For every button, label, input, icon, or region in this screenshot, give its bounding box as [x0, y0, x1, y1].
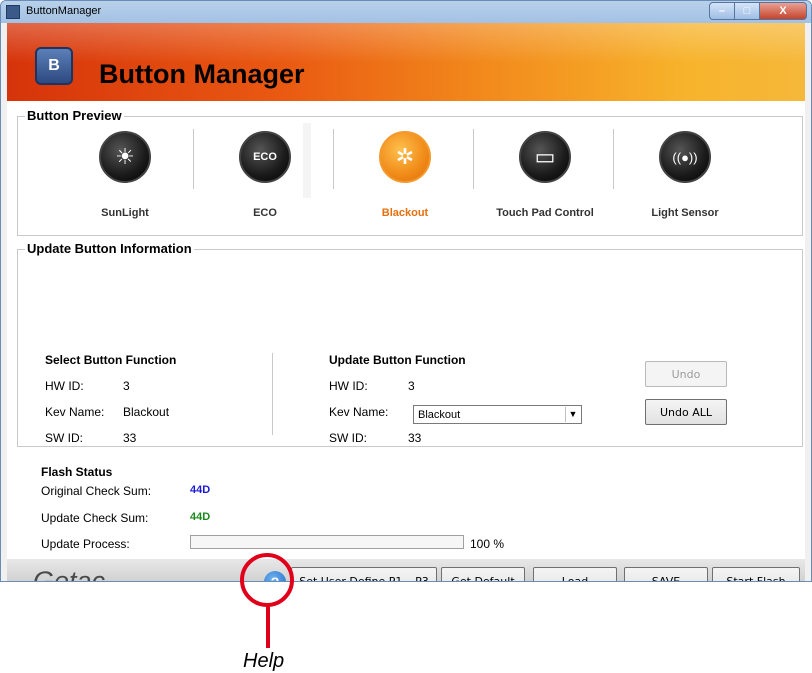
- key-name-selected-value: Blackout: [418, 409, 461, 421]
- blackout-icon[interactable]: ✲: [379, 131, 431, 183]
- divider: [613, 129, 614, 189]
- bottom-bar: Getac ? Set User Define P1 ~P3 Get Defau…: [7, 559, 805, 582]
- set-user-define-button[interactable]: Set User Define P1 ~P3: [291, 567, 437, 581]
- divider: [193, 129, 194, 189]
- select-hw-id-value: 3: [123, 379, 130, 393]
- app-small-icon: [6, 5, 20, 19]
- touchpad-control-label: Touch Pad Control: [496, 207, 594, 219]
- help-callout-line: [266, 606, 270, 648]
- update-checksum-label: Update Check Sum:: [41, 511, 149, 525]
- button-manager-window: ButtonManager – □ X B Button Manager But…: [0, 0, 812, 582]
- window-title: ButtonManager: [26, 5, 102, 17]
- divider: [333, 129, 334, 189]
- key-name-select[interactable]: Blackout ▼: [413, 405, 582, 424]
- button-preview-title: Button Preview: [25, 108, 124, 123]
- start-flash-button[interactable]: Start Flash: [712, 567, 800, 581]
- chevron-down-icon[interactable]: ▼: [565, 407, 580, 422]
- light-sensor-icon[interactable]: ((●)): [659, 131, 711, 183]
- get-default-button[interactable]: Get Default: [441, 567, 525, 581]
- original-checksum-value: 44D: [190, 484, 211, 496]
- divider: [303, 123, 311, 198]
- eco-icon[interactable]: ECO: [239, 131, 291, 183]
- getac-logo: Getac: [33, 566, 106, 582]
- select-hw-id-label: HW ID:: [45, 379, 84, 393]
- main-content: Button Preview ☀ ECO ✲ ▭ ((●)) SunLight …: [7, 101, 805, 559]
- divider: [473, 129, 474, 189]
- light-sensor-label: Light Sensor: [651, 207, 719, 219]
- select-key-name-label: Kev Name:: [45, 405, 105, 419]
- original-checksum-label: Original Check Sum:: [41, 484, 152, 498]
- select-sw-id-value: 33: [123, 431, 137, 445]
- sunlight-icon[interactable]: ☀: [99, 131, 151, 183]
- update-button-info-title: Update Button Information: [25, 241, 194, 256]
- update-checksum-value: 44D: [190, 511, 211, 523]
- select-button-function-heading: Select Button Function: [45, 353, 177, 367]
- help-callout-ring: [240, 553, 294, 607]
- load-button[interactable]: Load: [533, 567, 617, 581]
- touchpad-icon[interactable]: ▭: [519, 131, 571, 183]
- update-progress-bar: [190, 535, 464, 549]
- select-sw-id-label: SW ID:: [45, 431, 83, 445]
- sunlight-label: SunLight: [101, 207, 149, 219]
- save-button[interactable]: SAVE: [624, 567, 708, 581]
- blackout-label: Blackout: [381, 207, 429, 219]
- app-header: B Button Manager: [7, 23, 805, 101]
- undo-all-button[interactable]: Undo ALL: [645, 399, 727, 425]
- update-process-value: 100 %: [470, 537, 505, 551]
- select-key-name-value: Blackout: [123, 405, 170, 419]
- update-hw-id-label: HW ID:: [329, 379, 368, 393]
- eco-label: ECO: [253, 207, 277, 219]
- maximize-button[interactable]: □: [734, 2, 760, 20]
- update-sw-id-value: 33: [408, 431, 422, 445]
- update-sw-id-label: SW ID:: [329, 431, 367, 445]
- undo-button[interactable]: Undo: [645, 361, 727, 387]
- close-button[interactable]: X: [759, 2, 807, 20]
- app-title: Button Manager: [99, 59, 305, 89]
- help-callout-label: Help: [243, 650, 285, 672]
- update-process-label: Update Process:: [41, 537, 130, 551]
- update-key-name-label: Kev Name:: [329, 405, 389, 419]
- button-manager-logo-icon: B: [35, 47, 73, 85]
- title-bar: ButtonManager – □ X: [1, 1, 811, 23]
- flash-status-heading: Flash Status: [41, 465, 113, 479]
- divider: [272, 353, 273, 435]
- update-hw-id-value: 3: [408, 379, 415, 393]
- update-button-function-heading: Update Button Function: [329, 353, 466, 367]
- minimize-button[interactable]: –: [709, 2, 735, 20]
